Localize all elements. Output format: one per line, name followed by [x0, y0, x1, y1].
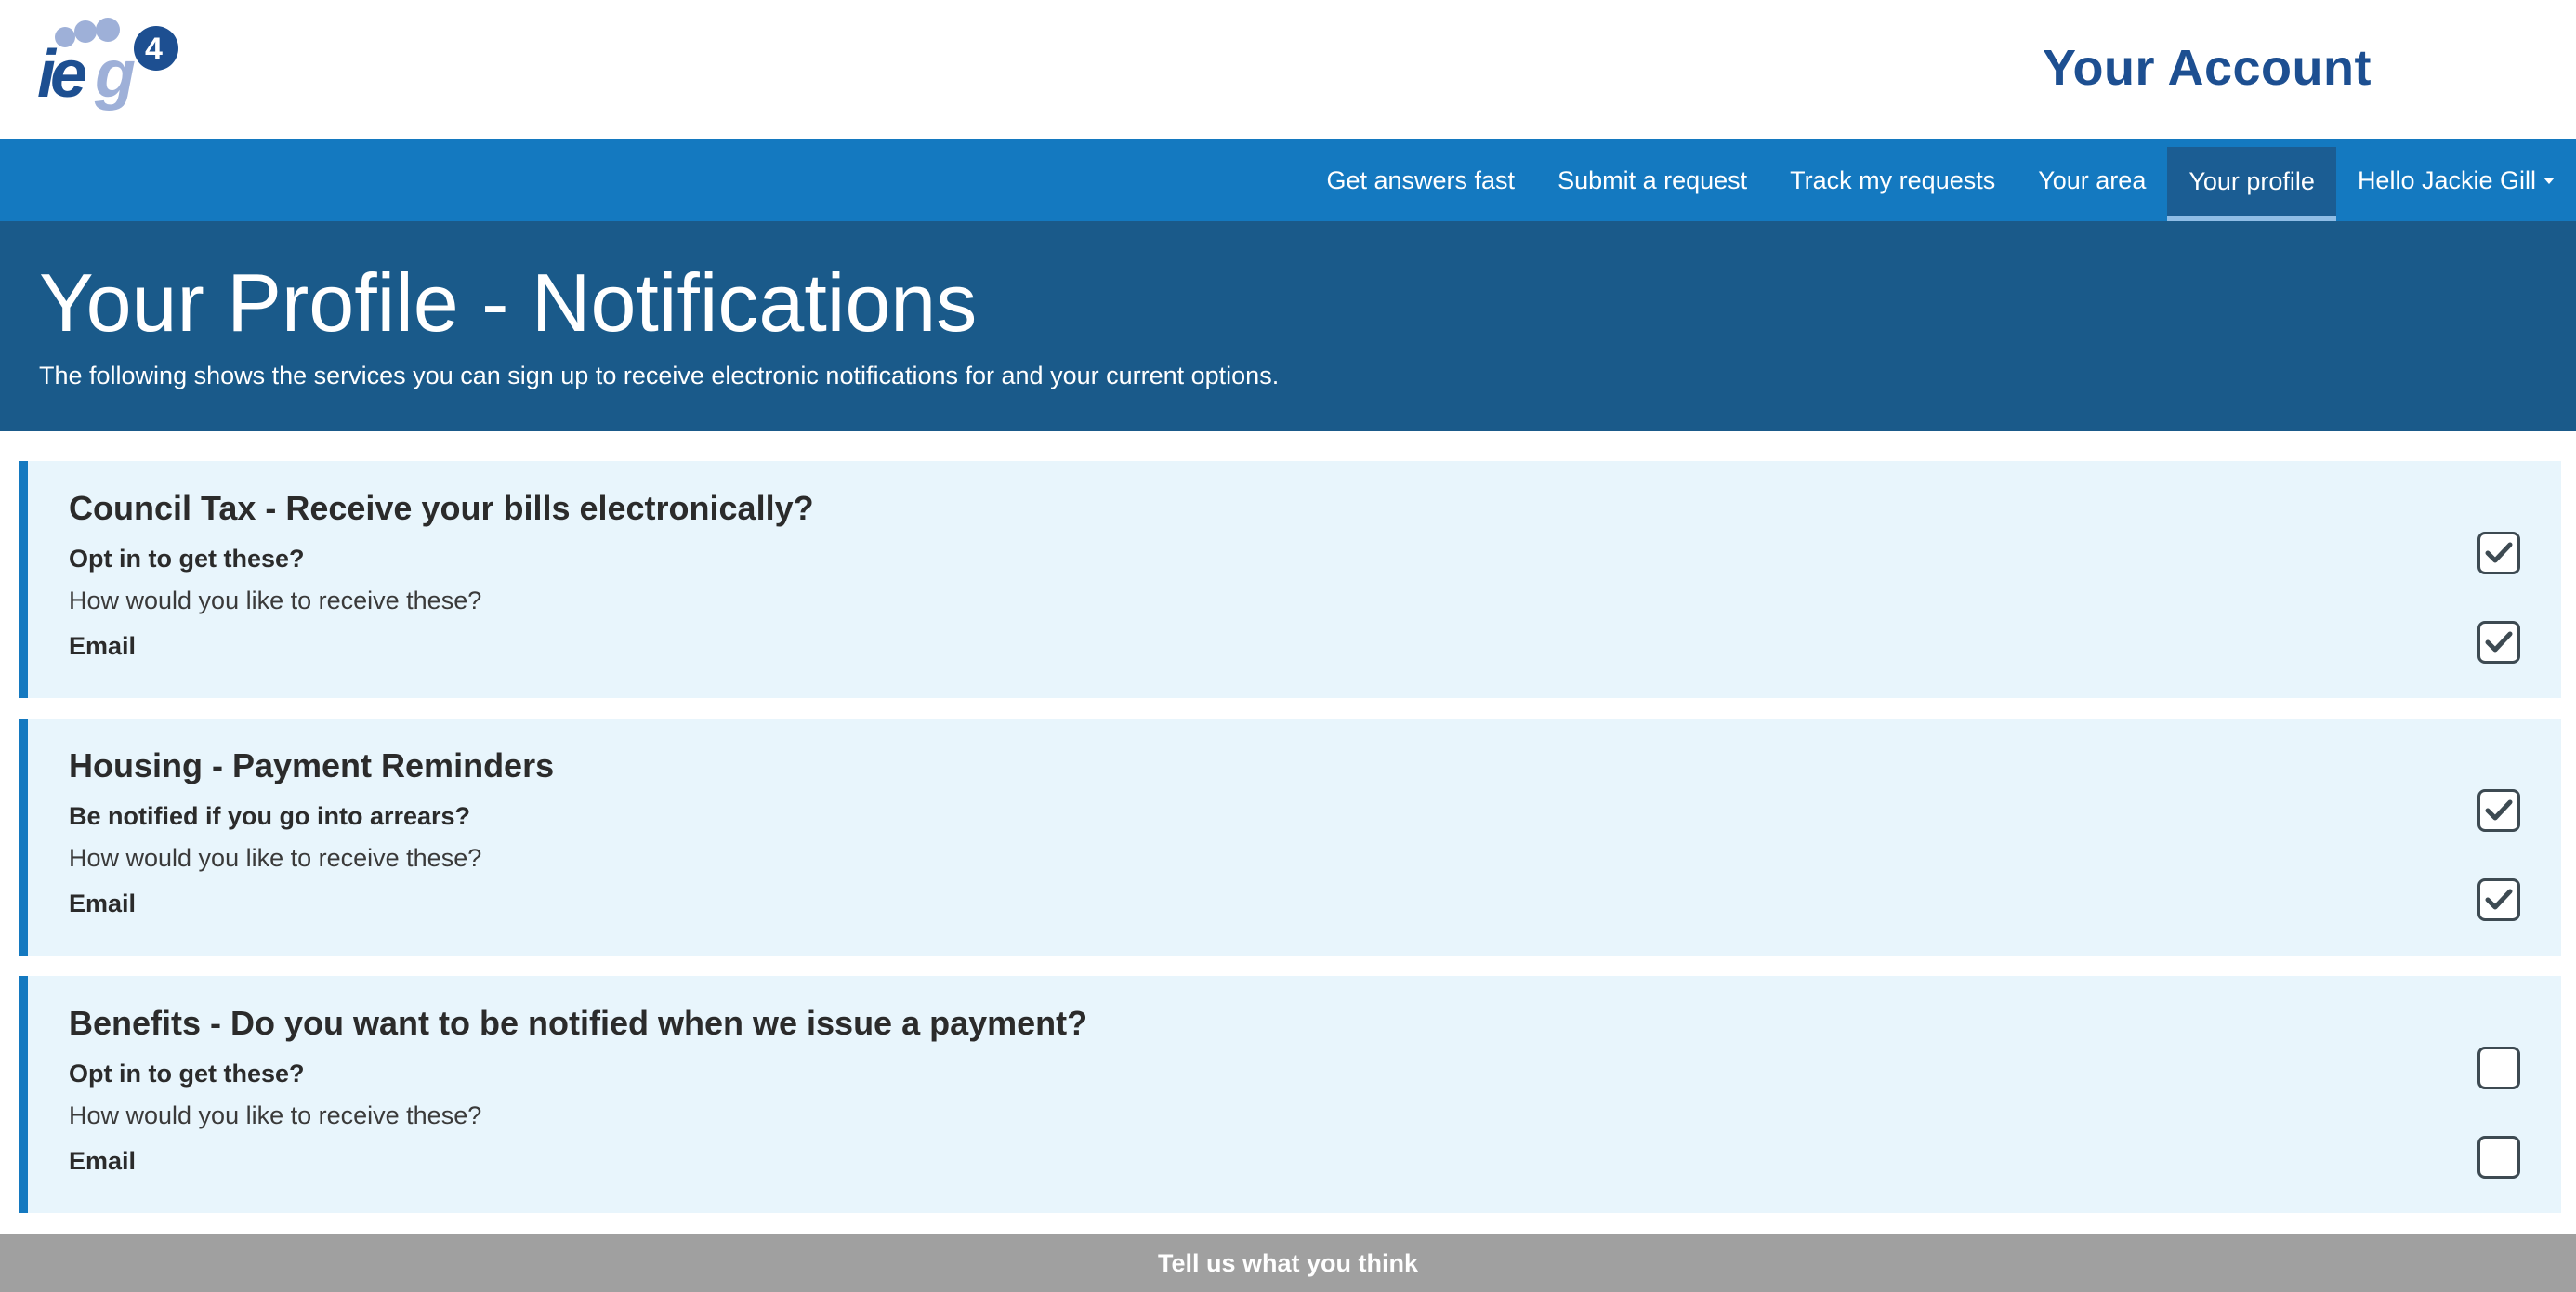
notification-card-housing: Housing - Payment Reminders Be notified …	[19, 719, 2561, 956]
delivery-question: How would you like to receive these?	[69, 1101, 482, 1129]
notification-card-benefits: Benefits - Do you want to be notified wh…	[19, 976, 2561, 1213]
opt-in-label: Be notified if you go into arrears?	[69, 802, 471, 830]
delivery-question: How would you like to receive these?	[69, 587, 482, 614]
email-checkbox[interactable]	[2477, 878, 2520, 921]
nav-get-answers-fast[interactable]: Get answers fast	[1305, 139, 1536, 221]
notification-cards: Council Tax - Receive your bills electro…	[0, 431, 2576, 1213]
card-title: Council Tax - Receive your bills electro…	[69, 489, 814, 527]
account-title: Your Account	[2043, 40, 2372, 96]
opt-in-label: Opt in to get these?	[69, 545, 305, 573]
checkmark-icon	[2485, 631, 2513, 653]
checkmark-icon	[2485, 889, 2513, 910]
opt-in-checkbox[interactable]	[2477, 789, 2520, 832]
user-menu[interactable]: Hello Jackie Gill	[2336, 139, 2576, 221]
delivery-question: How would you like to receive these?	[69, 844, 482, 872]
svg-text:g: g	[94, 37, 136, 112]
email-checkbox[interactable]	[2477, 621, 2520, 664]
card-title: Housing - Payment Reminders	[69, 746, 555, 784]
nav-submit-a-request[interactable]: Submit a request	[1536, 139, 1768, 221]
page-hero: Your Profile - Notifications The followi…	[0, 221, 2576, 431]
feedback-button[interactable]: Tell us what you think	[0, 1234, 2576, 1292]
nav-your-area[interactable]: Your area	[2017, 139, 2167, 221]
card-title: Benefits - Do you want to be notified wh…	[69, 1004, 1088, 1042]
email-label: Email	[69, 1147, 137, 1175]
ieg4-logo[interactable]: 4 ie g	[37, 17, 186, 115]
opt-in-label: Opt in to get these?	[69, 1060, 305, 1088]
caret-down-icon	[2543, 177, 2555, 184]
svg-text:ie: ie	[37, 37, 86, 112]
email-label: Email	[69, 890, 137, 917]
nav-track-my-requests[interactable]: Track my requests	[1768, 139, 2017, 221]
page-subtitle: The following shows the services you can…	[39, 361, 1280, 389]
email-label: Email	[69, 632, 137, 660]
top-header: 4 ie g Your Account	[0, 0, 2576, 139]
notification-card-council-tax: Council Tax - Receive your bills electro…	[19, 461, 2561, 698]
email-checkbox[interactable]	[2477, 1136, 2520, 1179]
page-title: Your Profile - Notifications	[39, 257, 978, 349]
opt-in-checkbox[interactable]	[2477, 532, 2520, 574]
svg-text:4: 4	[145, 32, 163, 67]
main-nav: Get answers fast Submit a request Track …	[0, 139, 2576, 221]
nav-your-profile[interactable]: Your profile	[2167, 147, 2336, 221]
checkmark-icon	[2485, 542, 2513, 563]
checkmark-icon	[2485, 799, 2513, 821]
opt-in-checkbox[interactable]	[2477, 1047, 2520, 1089]
user-menu-label: Hello Jackie Gill	[2357, 165, 2536, 194]
